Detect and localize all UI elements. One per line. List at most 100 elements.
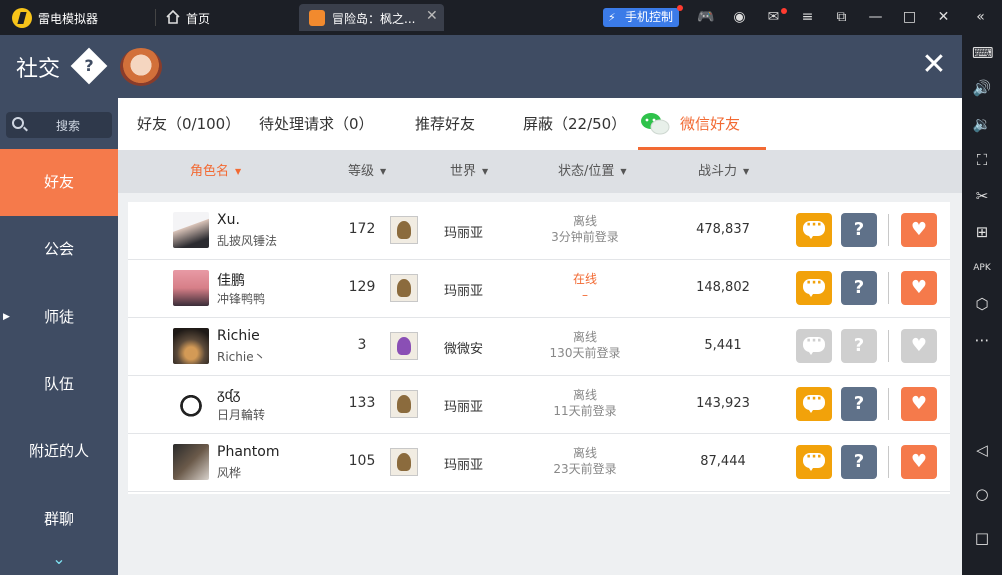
tab-recommended[interactable]: 推荐好友 bbox=[415, 98, 475, 150]
friend-guild: 乱披风锤法 bbox=[217, 234, 278, 248]
tab-pending-requests[interactable]: 待处理请求（0） bbox=[259, 98, 374, 150]
status-text: 在线 bbox=[572, 272, 597, 286]
phone-control-button[interactable]: 手机控制 bbox=[603, 8, 680, 27]
sidebar-item-mentor[interactable]: ▶ 师徒 bbox=[0, 284, 118, 351]
game-tab[interactable]: 冒险岛：枫之... ✕ bbox=[299, 4, 444, 31]
tab-friends[interactable]: 好友（0/100） bbox=[137, 98, 240, 150]
friend-combat-power: 143,923 bbox=[696, 396, 750, 411]
sidebar-item-group-chat[interactable]: 群聊 bbox=[0, 486, 118, 553]
like-button[interactable]: ♥ bbox=[901, 445, 937, 479]
friend-avatar[interactable] bbox=[173, 270, 209, 306]
friend-avatar[interactable] bbox=[173, 212, 209, 248]
column-status[interactable]: 状态/位置 ▼ bbox=[558, 150, 627, 193]
more-icon[interactable]: ⋯ bbox=[972, 330, 992, 350]
player-avatar[interactable] bbox=[120, 48, 162, 86]
mail-icon[interactable]: ✉ bbox=[765, 9, 782, 26]
job-class-icon bbox=[390, 216, 418, 244]
table-row[interactable]: Richie Richie丶 3 微微安 离线 130天前登录 5,441 ? ♥ bbox=[128, 318, 950, 376]
recent-apps-icon[interactable]: □ bbox=[972, 528, 992, 548]
chat-button[interactable] bbox=[796, 382, 832, 421]
column-label: 角色名 bbox=[190, 164, 230, 179]
home-circle-icon[interactable]: ○ bbox=[972, 484, 992, 504]
info-button[interactable]: ? bbox=[841, 445, 877, 479]
sort-caret-icon: ▼ bbox=[620, 167, 627, 176]
column-label: 等级 bbox=[348, 164, 375, 179]
friend-combat-power: 5,441 bbox=[704, 338, 742, 353]
like-button[interactable]: ♥ bbox=[901, 271, 937, 305]
chat-bubble-icon bbox=[803, 382, 825, 416]
help-icon[interactable]: ? bbox=[70, 47, 108, 85]
chat-bubble-icon bbox=[803, 440, 825, 474]
sidebar-item-guild[interactable]: 公会 bbox=[0, 216, 118, 283]
notification-dot bbox=[677, 5, 683, 11]
close-window-icon[interactable]: ✕ bbox=[935, 9, 952, 26]
like-button[interactable]: ♥ bbox=[901, 387, 937, 421]
info-button[interactable]: ? bbox=[841, 271, 877, 305]
friend-combat-power: 148,802 bbox=[696, 280, 750, 295]
social-sidebar: 搜索 好友 公会 ▶ 师徒 队伍 附近的人 群聊 ⌄ bbox=[0, 98, 118, 575]
info-button[interactable]: ? bbox=[841, 387, 877, 421]
emulator-titlebar: 雷电模拟器 首页 冒险岛：枫之... ✕ 手机控制 🎮 ◉ ✉ ≡ ⧉ — □ … bbox=[0, 0, 1002, 35]
scroll-down-chevron-icon[interactable]: ⌄ bbox=[49, 551, 69, 567]
account-icon[interactable]: ◉ bbox=[731, 9, 748, 26]
friend-avatar[interactable] bbox=[173, 444, 209, 480]
fullscreen-icon[interactable]: ⛶ bbox=[972, 150, 992, 170]
column-world[interactable]: 世界 ▼ bbox=[450, 150, 488, 193]
close-tab-icon[interactable]: ✕ bbox=[426, 8, 438, 24]
status-detail: 11天前登录 bbox=[553, 404, 617, 418]
info-button[interactable]: ? bbox=[841, 329, 877, 363]
column-label: 战斗力 bbox=[698, 164, 738, 179]
home-icon[interactable] bbox=[166, 10, 180, 24]
volume-down-icon[interactable]: 🔉 bbox=[972, 114, 992, 134]
status-detail: – bbox=[582, 288, 588, 302]
friend-avatar[interactable] bbox=[173, 386, 209, 422]
chat-bubble-icon bbox=[803, 324, 825, 358]
maximize-icon[interactable]: □ bbox=[901, 9, 918, 26]
like-button[interactable]: ♥ bbox=[901, 213, 937, 247]
menu-icon[interactable]: ≡ bbox=[799, 9, 816, 26]
friend-status: 离线 3分钟前登录 bbox=[530, 213, 640, 245]
heart-icon: ♥ bbox=[910, 219, 928, 240]
table-header: 角色名 ▼ 等级 ▼ 世界 ▼ 状态/位置 ▼ 战斗力 ▼ bbox=[118, 150, 962, 193]
table-row[interactable]: 佳鹏 冲锋鸭鸭 129 玛丽亚 在线 – 148,802 ? ♥ bbox=[128, 260, 950, 318]
like-button[interactable]: ♥ bbox=[901, 329, 937, 363]
tab-wechat-friends[interactable]: 微信好友 bbox=[680, 98, 740, 150]
tab-blocked[interactable]: 屏蔽（22/50） bbox=[523, 98, 626, 150]
table-row[interactable]: Phantom 风桦 105 玛丽亚 离线 23天前登录 87,444 ? ♥ bbox=[128, 434, 950, 492]
friend-name: ᵹᶑᵹ bbox=[217, 387, 241, 403]
chat-button[interactable] bbox=[796, 440, 832, 479]
settings-hex-icon[interactable]: ⬡ bbox=[972, 294, 992, 314]
sidebar-item-friends[interactable]: 好友 bbox=[0, 149, 118, 216]
friend-avatar[interactable] bbox=[173, 328, 209, 364]
button-divider bbox=[888, 388, 889, 420]
keyboard-icon[interactable]: ⌨ bbox=[972, 43, 994, 63]
job-class-icon bbox=[390, 332, 418, 360]
status-detail: 3分钟前登录 bbox=[551, 230, 619, 244]
search-button[interactable]: 搜索 bbox=[6, 112, 112, 138]
add-window-icon[interactable]: ⊞ bbox=[972, 222, 992, 242]
close-icon[interactable]: ✕ bbox=[918, 49, 950, 81]
column-level[interactable]: 等级 ▼ bbox=[348, 150, 386, 193]
chat-button[interactable] bbox=[796, 208, 832, 247]
column-combat-power[interactable]: 战斗力 ▼ bbox=[698, 150, 749, 193]
home-tab-label[interactable]: 首页 bbox=[186, 10, 210, 27]
screenshot-scissors-icon[interactable]: ✂ bbox=[972, 186, 992, 206]
minimize-icon[interactable]: — bbox=[867, 9, 884, 26]
chat-button[interactable] bbox=[796, 266, 832, 305]
table-row[interactable]: Xu. 乱披风锤法 172 玛丽亚 离线 3分钟前登录 478,837 ? ♥ bbox=[128, 202, 950, 260]
gamepad-icon[interactable]: 🎮 bbox=[697, 9, 714, 26]
friend-guild: 日月輪转 bbox=[217, 408, 266, 422]
info-button[interactable]: ? bbox=[841, 213, 877, 247]
volume-up-icon[interactable]: 🔊 bbox=[972, 78, 992, 98]
heart-icon: ♥ bbox=[910, 451, 928, 472]
window-restore-icon[interactable]: ⧉ bbox=[833, 9, 850, 26]
back-icon[interactable]: ◁ bbox=[972, 440, 992, 460]
sidebar-item-party[interactable]: 队伍 bbox=[0, 351, 118, 418]
emulator-app-name: 雷电模拟器 bbox=[38, 12, 99, 26]
apk-install-icon[interactable]: APK bbox=[972, 258, 992, 278]
sidebar-item-nearby[interactable]: 附近的人 bbox=[0, 418, 118, 485]
collapse-sidebar-icon[interactable]: « bbox=[972, 9, 989, 26]
column-character-name[interactable]: 角色名 ▼ bbox=[190, 150, 241, 193]
chat-button[interactable] bbox=[796, 324, 832, 363]
table-row[interactable]: ᵹᶑᵹ 日月輪转 133 玛丽亚 离线 11天前登录 143,923 ? ♥ bbox=[128, 376, 950, 434]
